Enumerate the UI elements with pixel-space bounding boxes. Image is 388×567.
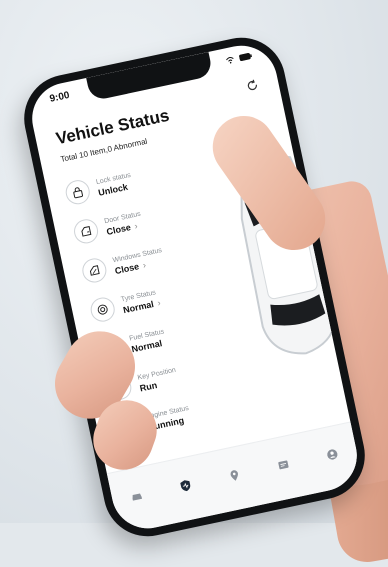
status-icons — [225, 51, 253, 66]
status-row-door[interactable]: Door Status Close› — [72, 208, 144, 246]
door-icon — [72, 217, 100, 245]
status-row-windows[interactable]: Windows Status Close› — [80, 244, 165, 285]
status-time: 9:00 — [49, 90, 71, 105]
chevron-right-icon: › — [133, 220, 138, 230]
lock-icon — [64, 178, 92, 206]
tab-location[interactable] — [221, 462, 247, 488]
message-tab-icon — [275, 457, 290, 472]
battery-icon — [238, 51, 253, 63]
tab-messages[interactable] — [270, 451, 296, 477]
tab-profile[interactable] — [319, 441, 345, 467]
refresh-icon — [245, 78, 259, 92]
tab-status[interactable] — [173, 472, 199, 498]
tab-car[interactable] — [124, 482, 150, 508]
status-row-tyre[interactable]: Tyre Status Normal› — [88, 286, 161, 324]
status-shield-tab-icon — [178, 477, 193, 492]
profile-tab-icon — [324, 446, 339, 461]
chevron-right-icon: › — [156, 297, 161, 307]
car-tab-icon — [129, 488, 144, 503]
chevron-right-icon: › — [142, 259, 147, 269]
status-row-lock[interactable]: Lock status Unlock — [64, 169, 135, 206]
location-tab-icon — [227, 467, 242, 482]
tyre-icon — [88, 295, 116, 323]
refresh-button[interactable] — [245, 78, 260, 95]
window-icon — [80, 256, 108, 284]
